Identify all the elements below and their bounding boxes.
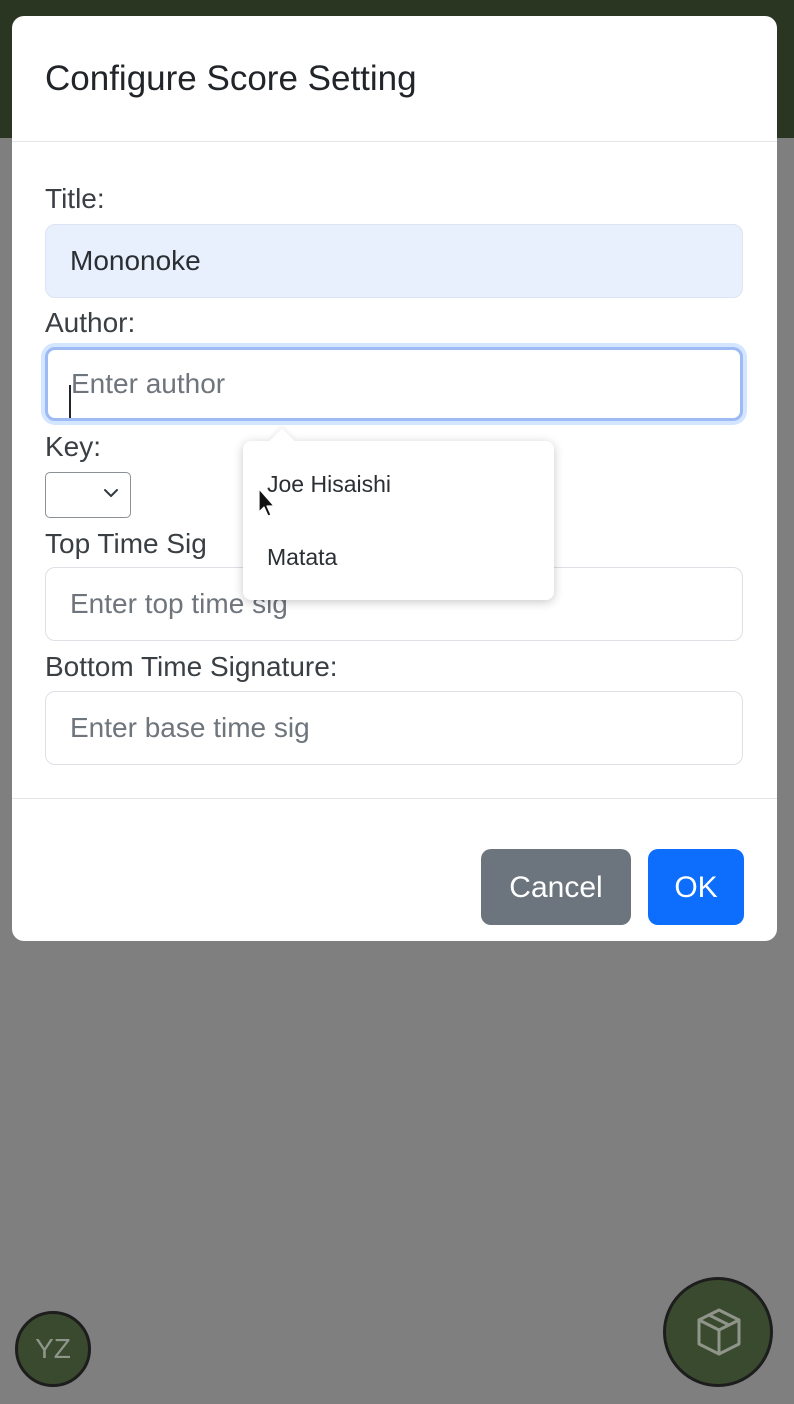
key-select[interactable] bbox=[45, 472, 131, 518]
cube-icon bbox=[697, 1308, 741, 1356]
ok-button[interactable]: OK bbox=[648, 849, 744, 925]
title-input[interactable] bbox=[45, 224, 743, 298]
text-caret bbox=[69, 385, 71, 418]
modal-footer: Cancel OK bbox=[12, 798, 777, 941]
avatar[interactable]: YZ bbox=[15, 1311, 91, 1387]
mouse-pointer-icon bbox=[258, 488, 275, 517]
bottom-time-sig-input[interactable] bbox=[45, 691, 743, 765]
suggestion-item[interactable]: Joe Hisaishi bbox=[267, 469, 391, 499]
key-label: Key: bbox=[45, 431, 102, 462]
bottom-time-sig-label: Bottom Time Signature: bbox=[45, 651, 338, 682]
chevron-down-icon bbox=[104, 489, 118, 497]
cube-fab-button[interactable] bbox=[663, 1277, 773, 1387]
suggestion-item[interactable]: Matata bbox=[267, 542, 337, 572]
title-label: Title: bbox=[45, 183, 105, 214]
cancel-button[interactable]: Cancel bbox=[481, 849, 631, 925]
modal-header: Configure Score Setting bbox=[12, 16, 777, 142]
author-suggestions-popover: Joe Hisaishi Matata bbox=[243, 428, 554, 600]
top-time-sig-label: Top Time Sig bbox=[45, 528, 207, 559]
author-input[interactable] bbox=[45, 347, 743, 421]
author-label: Author: bbox=[45, 307, 136, 338]
modal-title: Configure Score Setting bbox=[45, 59, 417, 98]
